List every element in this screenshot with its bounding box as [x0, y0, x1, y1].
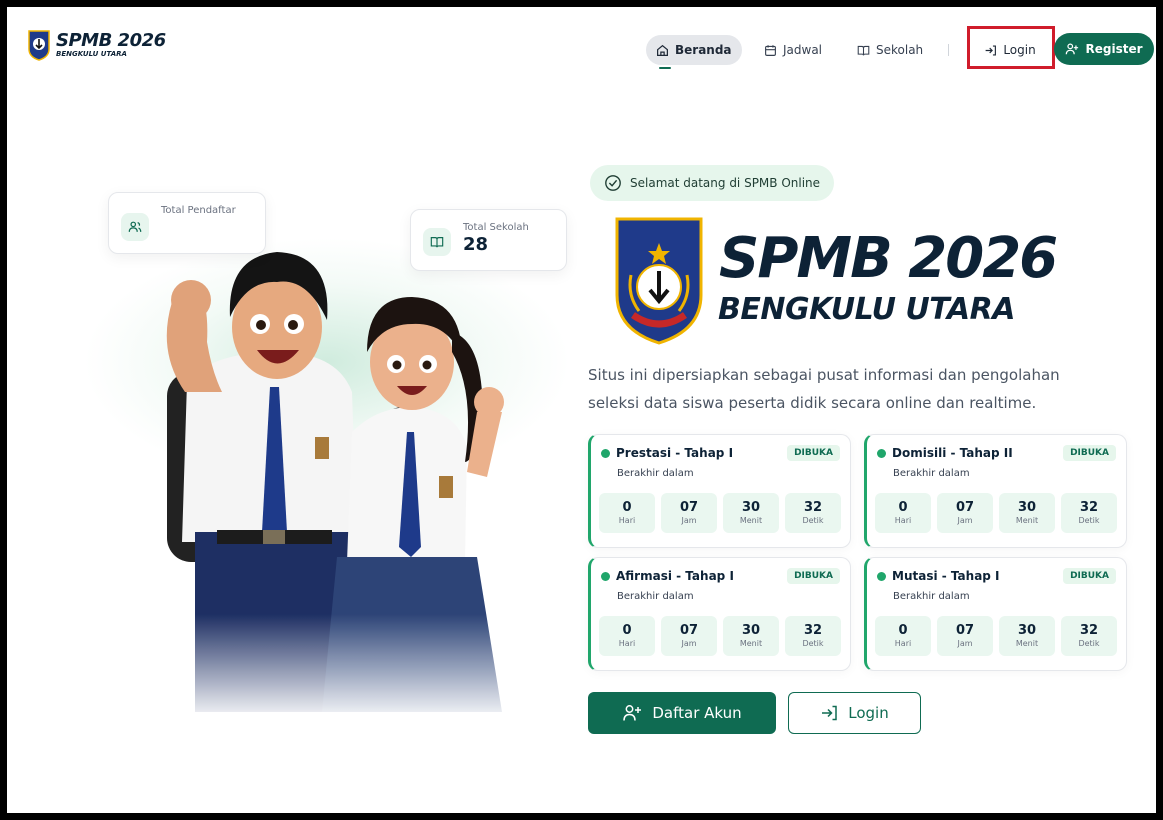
- status-dot: [601, 571, 610, 581]
- schedule-title: Mutasi - Tahap I: [892, 569, 1000, 583]
- countdown-seconds: 32 Detik: [1061, 493, 1117, 533]
- countdown-days: 0 Hari: [875, 493, 931, 533]
- status-dot: [601, 448, 610, 458]
- schedule-card-prestasi: Prestasi - Tahap I DIBUKA Berakhir dalam…: [588, 434, 851, 548]
- schedule-title: Prestasi - Tahap I: [616, 446, 734, 460]
- stat-card-pendaftar: Total Pendaftar: [108, 192, 266, 254]
- schedule-subtitle: Berakhir dalam: [617, 591, 694, 602]
- kabupaten-emblem-icon: [28, 30, 50, 61]
- nav-item-beranda[interactable]: Beranda: [646, 35, 742, 65]
- stat-card-sekolah: Total Sekolah 28: [410, 209, 567, 271]
- hero-description: Situs ini dipersiapkan sebagai pusat inf…: [588, 366, 1060, 412]
- nav-sekolah-wrap: Sekolah: [847, 35, 933, 65]
- countdown: 0 Hari 07 Jam 30 Menit 32 Detik: [875, 616, 1117, 656]
- countdown-days: 0 Hari: [599, 616, 655, 656]
- welcome-badge: Selamat datang di SPMB Online: [590, 165, 835, 201]
- nav-item-sekolah[interactable]: Sekolah: [847, 35, 933, 65]
- countdown-minutes: 30 Menit: [723, 616, 779, 656]
- countdown-seconds: 32 Detik: [785, 493, 841, 533]
- schedule-title: Afirmasi - Tahap I: [616, 569, 734, 583]
- login-button[interactable]: Login: [788, 692, 921, 734]
- brand-subtitle: BENGKULU UTARA: [56, 50, 127, 58]
- status-dot: [877, 571, 886, 581]
- daftar-akun-button[interactable]: Daftar Akun: [588, 692, 776, 734]
- countdown-minutes: 30 Menit: [999, 493, 1055, 533]
- nav-login-label: Login: [1003, 43, 1036, 57]
- status-badge: DIBUKA: [1063, 445, 1116, 461]
- status-badge: DIBUKA: [787, 445, 840, 461]
- register-button[interactable]: Register: [1054, 33, 1154, 65]
- user-plus-icon: [623, 705, 642, 721]
- register-label: Register: [1085, 42, 1143, 56]
- countdown-days: 0 Hari: [599, 493, 655, 533]
- nav-label-jadwal: Jadwal: [783, 43, 823, 57]
- countdown-minutes: 30 Menit: [999, 616, 1055, 656]
- nav-active-indicator: [659, 67, 671, 69]
- login-icon: [985, 44, 997, 56]
- status-badge: DIBUKA: [787, 568, 840, 584]
- page-frame: SPMB 2026 BENGKULU UTARA Beranda Jadwal …: [7, 7, 1156, 813]
- countdown-days: 0 Hari: [875, 616, 931, 656]
- nav-jadwal-wrap: Jadwal: [754, 35, 832, 65]
- check-circle-icon: [605, 175, 621, 191]
- book-open-icon: [423, 228, 451, 256]
- home-icon: [657, 44, 668, 56]
- schedule-card-afirmasi: Afirmasi - Tahap I DIBUKA Berakhir dalam…: [588, 557, 851, 671]
- stat-value-sekolah: 28: [463, 234, 489, 255]
- status-badge: DIBUKA: [1063, 568, 1116, 584]
- login-icon: [822, 705, 838, 721]
- countdown-hours: 07 Jam: [661, 616, 717, 656]
- users-icon: [121, 213, 149, 241]
- students-illustration: [127, 232, 547, 722]
- login-button-label: Login: [848, 704, 889, 722]
- schedule-subtitle: Berakhir dalam: [893, 591, 970, 602]
- brand-title: SPMB 2026: [56, 30, 166, 51]
- user-plus-icon: [1066, 43, 1079, 55]
- countdown-minutes: 30 Menit: [723, 493, 779, 533]
- schedule-title: Domisili - Tahap II: [892, 446, 1013, 460]
- schedule-subtitle: Berakhir dalam: [617, 468, 694, 479]
- schedule-card-domisili: Domisili - Tahap II DIBUKA Berakhir dala…: [864, 434, 1127, 548]
- main-nav: Beranda: [646, 35, 742, 65]
- nav-label-sekolah: Sekolah: [876, 43, 924, 57]
- brand[interactable]: SPMB 2026 BENGKULU UTARA: [27, 29, 166, 61]
- stat-label-pendaftar: Total Pendaftar: [161, 205, 236, 216]
- book-icon: [857, 45, 870, 55]
- schedule-card-mutasi: Mutasi - Tahap I DIBUKA Berakhir dalam 0…: [864, 557, 1127, 671]
- countdown: 0 Hari 07 Jam 30 Menit 32 Detik: [599, 493, 841, 533]
- welcome-text: Selamat datang di SPMB Online: [630, 176, 821, 190]
- countdown-seconds: 32 Detik: [1061, 616, 1117, 656]
- nav-label-beranda: Beranda: [675, 43, 732, 57]
- stat-label-sekolah: Total Sekolah: [463, 222, 529, 233]
- daftar-akun-label: Daftar Akun: [652, 704, 742, 722]
- kabupaten-emblem-large: [615, 217, 703, 345]
- countdown: 0 Hari 07 Jam 30 Menit 32 Detik: [875, 493, 1117, 533]
- hero-title: SPMB 2026: [719, 226, 1058, 291]
- countdown-hours: 07 Jam: [937, 493, 993, 533]
- hero-subtitle: BENGKULU UTARA: [718, 292, 1015, 327]
- countdown: 0 Hari 07 Jam 30 Menit 32 Detik: [599, 616, 841, 656]
- calendar-icon: [765, 44, 776, 56]
- countdown-hours: 07 Jam: [937, 616, 993, 656]
- countdown-seconds: 32 Detik: [785, 616, 841, 656]
- status-dot: [877, 448, 886, 458]
- nav-login-button[interactable]: Login: [967, 35, 1053, 65]
- countdown-hours: 07 Jam: [661, 493, 717, 533]
- nav-separator: [948, 44, 949, 56]
- schedule-subtitle: Berakhir dalam: [893, 468, 970, 479]
- nav-item-jadwal[interactable]: Jadwal: [754, 35, 832, 65]
